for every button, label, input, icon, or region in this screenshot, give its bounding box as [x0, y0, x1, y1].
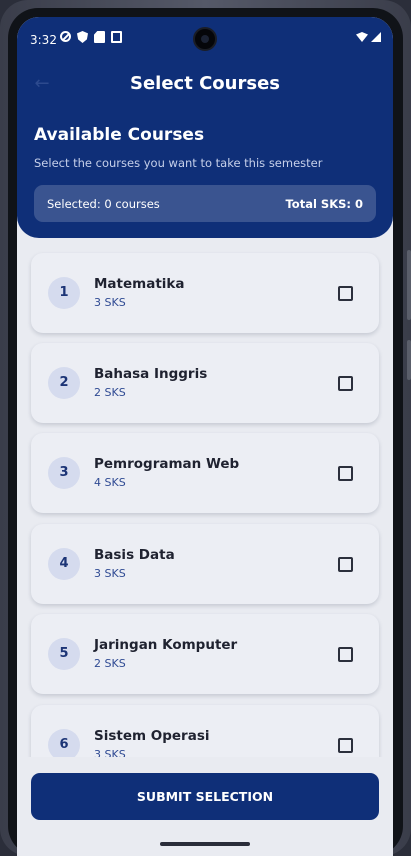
course-card[interactable]: 4 Basis Data 3 SKS	[31, 524, 379, 604]
course-checkbox[interactable]	[338, 286, 353, 301]
selection-summary: Selected: 0 courses Total SKS: 0	[34, 185, 376, 222]
total-sks: Total SKS: 0	[285, 197, 363, 211]
wifi-icon	[356, 32, 368, 42]
course-checkbox[interactable]	[338, 376, 353, 391]
selected-count: Selected: 0 courses	[47, 197, 160, 211]
course-number: 3	[48, 457, 80, 489]
course-name: Matematika	[94, 276, 185, 292]
course-card[interactable]: 5 Jaringan Komputer 2 SKS	[31, 614, 379, 694]
course-name: Jaringan Komputer	[94, 637, 238, 653]
course-card[interactable]: 1 Matematika 3 SKS	[31, 253, 379, 333]
course-name: Sistem Operasi	[94, 728, 210, 744]
page-title: Select Courses	[130, 73, 280, 94]
course-card[interactable]: 2 Bahasa Inggris 2 SKS	[31, 343, 379, 423]
section-subtitle: Select the courses you want to take this…	[34, 156, 323, 170]
header-panel: 3:32 ← Select Courses Available Courses …	[17, 17, 393, 238]
status-time: 3:32	[30, 33, 57, 47]
course-sks: 2 SKS	[94, 386, 126, 399]
status-right	[356, 32, 381, 42]
course-number: 5	[48, 638, 80, 670]
home-indicator[interactable]	[160, 842, 250, 846]
status-bar: 3:32	[17, 17, 393, 61]
shield-icon	[77, 31, 88, 43]
course-checkbox[interactable]	[338, 647, 353, 662]
app-screen: 3:32 ← Select Courses Available Courses …	[17, 17, 393, 856]
course-name: Pemrograman Web	[94, 456, 240, 472]
course-number: 1	[48, 277, 80, 309]
front-camera	[193, 27, 217, 51]
course-name: Bahasa Inggris	[94, 366, 208, 382]
sd-card-icon	[94, 31, 105, 43]
power-button	[407, 250, 411, 320]
signal-icon	[371, 32, 381, 42]
course-sks: 2 SKS	[94, 657, 126, 670]
course-checkbox[interactable]	[338, 738, 353, 753]
section-title: Available Courses	[34, 125, 205, 145]
course-checkbox[interactable]	[338, 466, 353, 481]
volume-button	[407, 340, 411, 380]
app-notification-icon	[111, 31, 122, 43]
course-sks: 3 SKS	[94, 296, 126, 309]
course-number: 4	[48, 548, 80, 580]
status-icons	[60, 31, 122, 43]
dnd-icon	[60, 31, 71, 42]
course-sks: 4 SKS	[94, 476, 126, 489]
submit-button[interactable]: SUBMIT SELECTION	[31, 773, 379, 820]
course-number: 2	[48, 367, 80, 399]
course-checkbox[interactable]	[338, 557, 353, 572]
app-bar: ← Select Courses	[17, 67, 393, 103]
course-card[interactable]: 3 Pemrograman Web 4 SKS	[31, 433, 379, 513]
course-sks: 3 SKS	[94, 567, 126, 580]
course-name: Basis Data	[94, 547, 175, 563]
